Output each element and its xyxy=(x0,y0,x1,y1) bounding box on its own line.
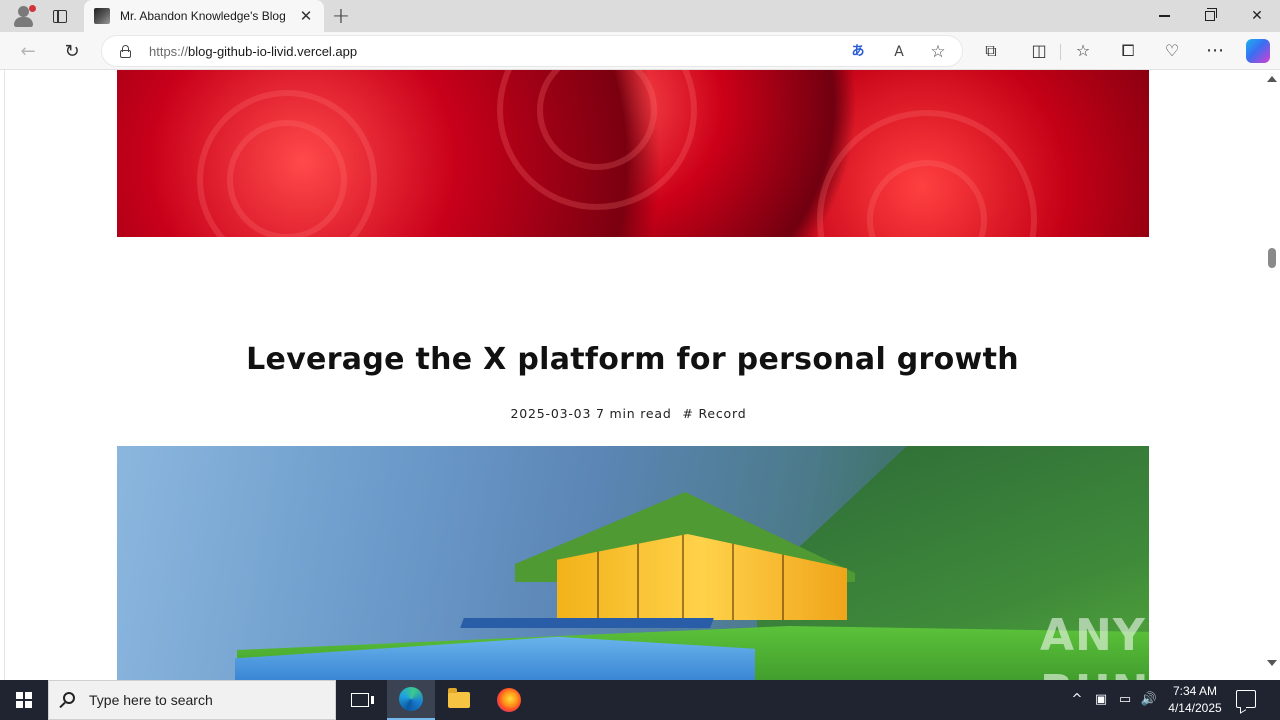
split-screen-icon[interactable]: ◫ xyxy=(1028,40,1050,62)
post-tag-link[interactable]: # Record xyxy=(682,406,746,421)
collections-icon[interactable]: ⧠ xyxy=(1117,40,1139,62)
window-close-button[interactable]: ✕ xyxy=(1234,0,1280,32)
title-bar: Mr. Abandon Knowledge's Blog ✕ + ✕ xyxy=(0,0,1280,32)
extensions-puzzle-icon[interactable]: ⧉ xyxy=(980,40,1002,62)
lock-icon[interactable] xyxy=(120,45,131,58)
windows-logo-icon xyxy=(16,692,32,708)
reload-button[interactable]: ↻ xyxy=(56,35,88,67)
profile-avatar-icon xyxy=(18,6,29,17)
new-tab-button[interactable]: + xyxy=(328,0,354,32)
url-protocol: https:// xyxy=(149,44,189,59)
taskbar-clock[interactable]: 7:34 AM 4/14/2025 xyxy=(1160,683,1230,717)
start-button[interactable] xyxy=(0,680,48,720)
scroll-up-arrow-icon[interactable] xyxy=(1267,76,1277,82)
meet-now-icon[interactable]: ▣ xyxy=(1092,691,1110,709)
url-host: blog-github-io-livid.vercel.app xyxy=(188,44,358,59)
back-button[interactable]: ← xyxy=(12,35,44,67)
notification-center-icon[interactable] xyxy=(1236,690,1256,708)
windows-taskbar: Type here to search ^ ▣ ▭ 🔊 7:34 AM 4/14… xyxy=(0,680,1280,720)
edge-icon xyxy=(399,687,423,711)
browser-tab-active[interactable]: Mr. Abandon Knowledge's Blog ✕ xyxy=(84,0,324,32)
read-aloud-icon[interactable]: A xyxy=(889,42,909,62)
show-hidden-icons-chevron-icon[interactable]: ^ xyxy=(1068,691,1086,709)
add-favorite-star-icon[interactable]: ☆ xyxy=(928,42,948,62)
tab-actions-icon xyxy=(53,9,67,23)
search-placeholder: Type here to search xyxy=(89,692,213,708)
clock-time: 7:34 AM xyxy=(1172,684,1218,698)
anyrun-watermark: ANYRUN xyxy=(1040,610,1280,680)
tab-close-button[interactable]: ✕ xyxy=(298,8,314,24)
window-minimize-button[interactable] xyxy=(1141,0,1187,32)
page-viewport: Leverage the X platform for personal gro… xyxy=(0,70,1280,680)
url-text[interactable]: https://blog-github-io-livid.vercel.app xyxy=(149,44,357,59)
post-date: 2025-03-03 xyxy=(510,406,592,421)
play-icon xyxy=(1149,610,1194,666)
network-icon[interactable]: ▭ xyxy=(1116,691,1134,709)
folder-icon xyxy=(448,688,470,708)
settings-more-icon[interactable]: ⋯ xyxy=(1204,40,1226,62)
browser-toolbar: ← ↻ https://blog-github-io-livid.vercel.… xyxy=(0,32,1280,70)
browser-essentials-icon[interactable]: ♡ xyxy=(1161,40,1183,62)
tab-title: Mr. Abandon Knowledge's Blog xyxy=(120,9,286,23)
profile-notification-dot xyxy=(29,5,36,12)
clock-date: 4/14/2025 xyxy=(1168,701,1222,715)
favorites-icon[interactable]: ☆ xyxy=(1072,40,1094,62)
copilot-icon[interactable] xyxy=(1246,39,1270,63)
post-cover-image-red-swirls[interactable] xyxy=(117,70,1149,237)
scroll-down-arrow-icon[interactable] xyxy=(1267,660,1277,666)
translate-icon[interactable]: あ xyxy=(848,42,868,62)
toolbar-divider xyxy=(1060,44,1061,60)
tab-favicon-icon xyxy=(94,8,110,24)
restore-icon xyxy=(1205,8,1217,21)
profile-button[interactable] xyxy=(8,0,38,32)
firefox-icon xyxy=(497,688,521,712)
post-meta: 2025-03-03 7 min read # Record xyxy=(0,406,1257,421)
taskbar-file-explorer-button[interactable] xyxy=(435,680,483,720)
scrollbar-thumb[interactable] xyxy=(1268,248,1276,268)
tab-actions-button[interactable] xyxy=(46,0,74,32)
window-restore-button[interactable] xyxy=(1187,0,1233,32)
post-cover-image-house[interactable] xyxy=(117,446,1149,680)
post-title-link[interactable]: Leverage the X platform for personal gro… xyxy=(0,342,1265,377)
address-bar[interactable]: https://blog-github-io-livid.vercel.app … xyxy=(101,35,963,67)
task-view-button[interactable] xyxy=(336,680,384,720)
post-read-time: 7 min read xyxy=(595,406,672,421)
page-scrollbar[interactable] xyxy=(1264,70,1280,680)
minimize-icon xyxy=(1158,15,1170,17)
volume-icon[interactable]: 🔊 xyxy=(1140,691,1158,709)
search-icon xyxy=(63,692,75,704)
taskbar-firefox-button[interactable] xyxy=(485,680,533,720)
taskbar-search-box[interactable]: Type here to search xyxy=(48,680,336,720)
task-view-icon xyxy=(351,693,374,707)
taskbar-edge-button[interactable] xyxy=(387,680,435,720)
